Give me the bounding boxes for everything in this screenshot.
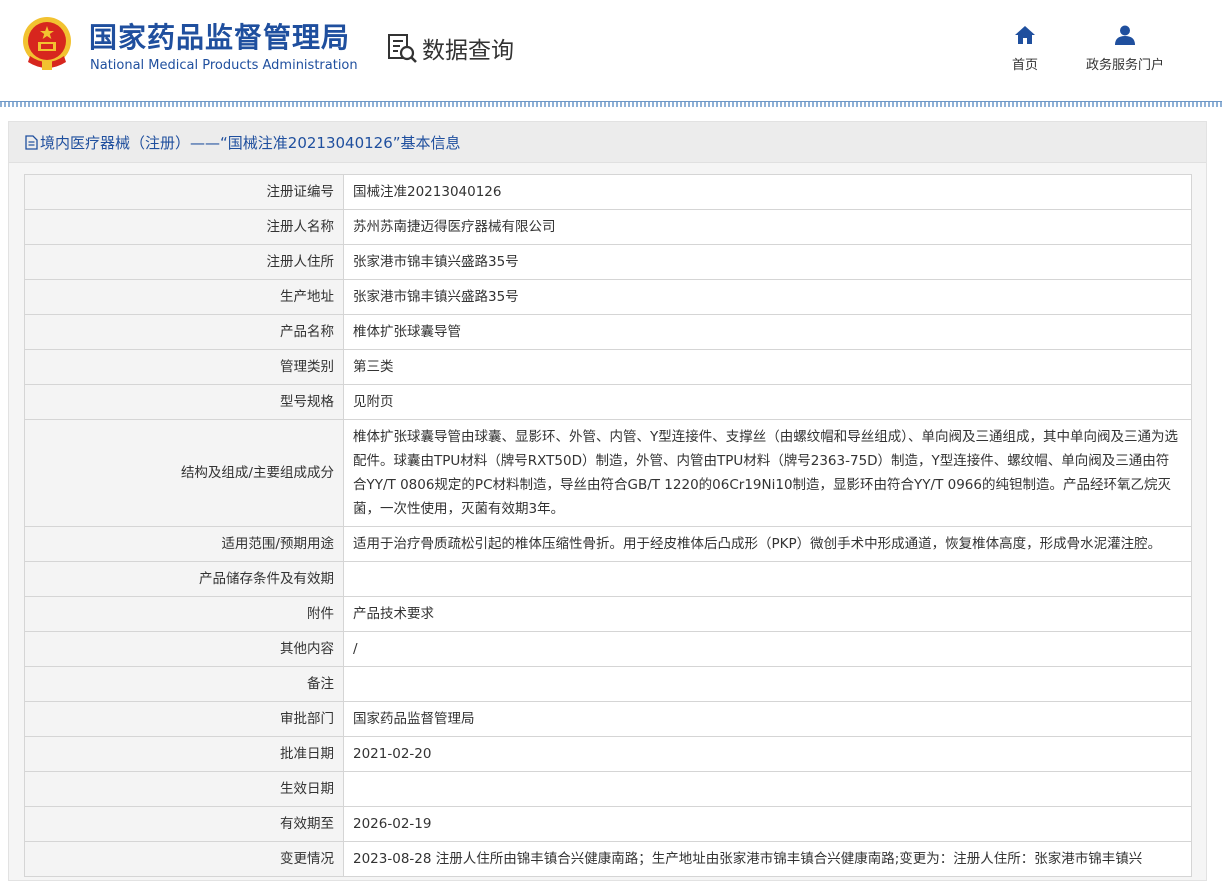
field-label: 注册人住所 [24, 244, 344, 280]
field-value: 国械注准20213040126 [343, 174, 1192, 210]
table-row: 批准日期 2021-02-20 [24, 736, 1192, 772]
table-row: 其他内容 / [24, 631, 1192, 667]
field-label: 变更情况 [24, 841, 344, 877]
national-emblem-icon [23, 17, 71, 70]
field-value: 产品技术要求 [343, 596, 1192, 632]
site-title-en: National Medical Products Administration [90, 58, 358, 73]
detail-panel: 境内医疗器械（注册）——“国械注准20213040126”基本信息 注册证编号国… [8, 121, 1207, 881]
header-divider [0, 101, 1222, 107]
table-row: 适用范围/预期用途 适用于治疗骨质疏松引起的椎体压缩性骨折。用于经皮椎体后凸成形（… [24, 526, 1192, 562]
site-title-cn: 国家药品监督管理局 [89, 21, 351, 54]
nav-home-label: 首页 [1011, 58, 1038, 73]
table-row: 注册证编号 国械注准20213040126 [24, 174, 1192, 210]
registration-info-table: 注册证编号 国械注准20213040126 注册人名称 苏州苏南捷迈得医疗器械有限公司… [24, 174, 1192, 877]
data-query-heading: 数据查询 [386, 30, 514, 66]
field-value [343, 666, 1192, 702]
table-row: 管理类别 第三类 [24, 349, 1192, 385]
field-label: 批准日期 [24, 736, 344, 772]
nav-gov-service-portal[interactable]: 政务服务门户 [1075, 24, 1175, 73]
table-row: 型号规格 见附页 [24, 384, 1192, 420]
field-value: 国家药品监督管理局 [343, 701, 1192, 737]
field-value: 2021-02-20 [343, 736, 1192, 772]
field-label: 生产地址 [24, 279, 344, 315]
field-value: 张家港市锦丰镇兴盛路35号 [343, 244, 1192, 280]
table-row: 结构及组成/主要组成成分 椎体扩张球囊导管由球囊、显影环、外管、内管、Y型连接件、… [24, 419, 1192, 527]
field-value: 椎体扩张球囊导管 [343, 314, 1192, 350]
document-icon [25, 135, 38, 150]
field-label: 适用范围/预期用途 [24, 526, 344, 562]
table-row: 备注 [24, 666, 1192, 702]
field-value [343, 561, 1192, 597]
nav-home[interactable]: 首页 [1005, 24, 1045, 73]
table-row: 注册人住所 张家港市锦丰镇兴盛路35号 [24, 244, 1192, 280]
field-label: 注册人名称 [24, 209, 344, 245]
panel-title-text: 境内医疗器械（注册）——“国械注准20213040126”基本信息 [40, 134, 461, 152]
table-row: 变更情况 2023-08-28 注册人住所由锦丰镇合兴健康南路；生产地址由张家港市… [24, 841, 1192, 877]
field-label: 管理类别 [24, 349, 344, 385]
field-label: 注册证编号 [24, 174, 344, 210]
field-label: 审批部门 [24, 701, 344, 737]
field-label: 其他内容 [24, 631, 344, 667]
site-header: 国家药品监督管理局 National Medical Products Admi… [0, 0, 1222, 100]
table-row: 产品名称 椎体扩张球囊导管 [24, 314, 1192, 350]
field-value: 适用于治疗骨质疏松引起的椎体压缩性骨折。用于经皮椎体后凸成形（PKP）微创手术中… [343, 526, 1192, 562]
field-value: 椎体扩张球囊导管由球囊、显影环、外管、内管、Y型连接件、支撑丝（由螺纹帽和导丝组… [343, 419, 1192, 527]
table-row: 注册人名称 苏州苏南捷迈得医疗器械有限公司 [24, 209, 1192, 245]
field-value: 2026-02-19 [343, 806, 1192, 842]
field-value [343, 771, 1192, 807]
panel-title: 境内医疗器械（注册）——“国械注准20213040126”基本信息 [9, 122, 1206, 163]
field-value: 第三类 [343, 349, 1192, 385]
field-label: 产品储存条件及有效期 [24, 561, 344, 597]
table-row: 附件 产品技术要求 [24, 596, 1192, 632]
table-row: 生效日期 [24, 771, 1192, 807]
table-row: 有效期至 2026-02-19 [24, 806, 1192, 842]
field-label: 生效日期 [24, 771, 344, 807]
table-row: 生产地址 张家港市锦丰镇兴盛路35号 [24, 279, 1192, 315]
field-value: 张家港市锦丰镇兴盛路35号 [343, 279, 1192, 315]
field-value: 2023-08-28 注册人住所由锦丰镇合兴健康南路；生产地址由张家港市锦丰镇合… [343, 841, 1192, 877]
table-row: 审批部门 国家药品监督管理局 [24, 701, 1192, 737]
data-query-icon [388, 34, 417, 63]
table-row: 产品储存条件及有效期 [24, 561, 1192, 597]
field-label: 有效期至 [24, 806, 344, 842]
field-label: 型号规格 [24, 384, 344, 420]
field-label: 备注 [24, 666, 344, 702]
field-value: 苏州苏南捷迈得医疗器械有限公司 [343, 209, 1192, 245]
field-label: 产品名称 [24, 314, 344, 350]
data-query-label: 数据查询 [422, 38, 514, 64]
nav-gov-label: 政务服务门户 [1085, 58, 1164, 73]
field-value: 见附页 [343, 384, 1192, 420]
home-icon [1015, 26, 1035, 44]
field-value: / [343, 631, 1192, 667]
field-label: 附件 [24, 596, 344, 632]
field-label: 结构及组成/主要组成成分 [24, 419, 344, 527]
user-icon [1115, 25, 1135, 45]
